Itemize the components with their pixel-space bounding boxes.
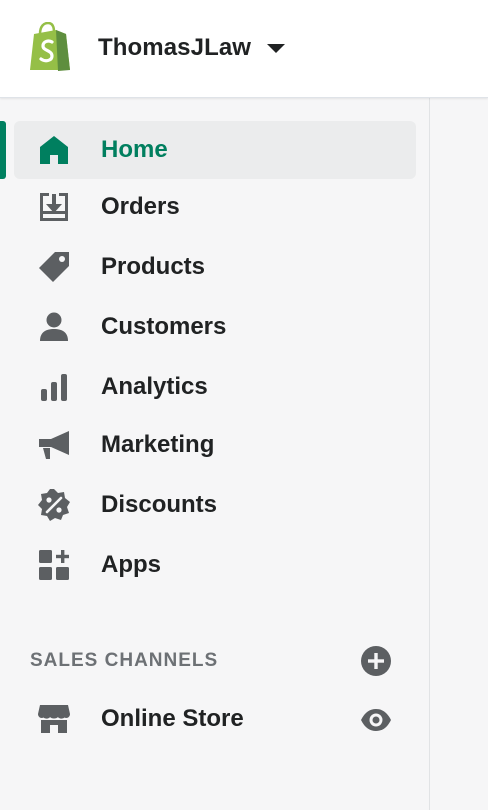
sidebar-item-label: Analytics: [101, 373, 208, 400]
shopify-logo-icon[interactable]: [26, 22, 72, 72]
sidebar-item-discounts[interactable]: Discounts: [14, 476, 416, 534]
orders-inbox-icon: [36, 189, 72, 225]
person-icon: [36, 309, 72, 345]
store-name: ThomasJLaw: [98, 34, 252, 61]
discount-badge-icon: [36, 487, 72, 523]
home-icon: [36, 132, 72, 168]
sidebar-item-analytics[interactable]: Analytics: [14, 358, 416, 416]
sales-channels-heading: SALES CHANNELS: [30, 650, 219, 671]
storefront-icon: [36, 701, 72, 737]
sidebar-item-label: Discounts: [101, 491, 218, 518]
sidebar-item-label: Marketing: [101, 431, 215, 458]
sidebar-item-orders[interactable]: Orders: [14, 178, 416, 236]
main-content-area: [431, 98, 488, 810]
eye-icon[interactable]: [360, 704, 392, 736]
sidebar-item-customers[interactable]: Customers: [14, 298, 416, 356]
sidebar-item-label: Customers: [101, 313, 227, 340]
store-switcher[interactable]: ThomasJLaw: [98, 30, 286, 66]
bar-chart-icon: [36, 369, 72, 405]
sidebar-item-label: Products: [101, 253, 206, 280]
active-indicator: [0, 121, 6, 179]
sidebar-item-label: Online Store: [101, 705, 244, 732]
sidebar-item-apps[interactable]: Apps: [14, 536, 416, 594]
sidebar-item-label: Home: [101, 136, 168, 163]
apps-grid-icon: [36, 547, 72, 583]
sidebar-item-label: Orders: [101, 193, 180, 220]
sidebar-item-marketing[interactable]: Marketing: [14, 416, 416, 474]
sidebar-item-products[interactable]: Products: [14, 238, 416, 296]
sidebar-item-online-store[interactable]: Online Store: [14, 690, 416, 748]
tag-icon: [36, 249, 72, 285]
megaphone-icon: [36, 427, 72, 463]
sidebar-item-label: Apps: [101, 551, 161, 578]
caret-down-icon: [267, 43, 286, 53]
sidebar-item-home[interactable]: Home: [14, 121, 416, 179]
plus-circle-icon[interactable]: [360, 645, 392, 677]
top-bar: ThomasJLaw: [0, 0, 488, 98]
